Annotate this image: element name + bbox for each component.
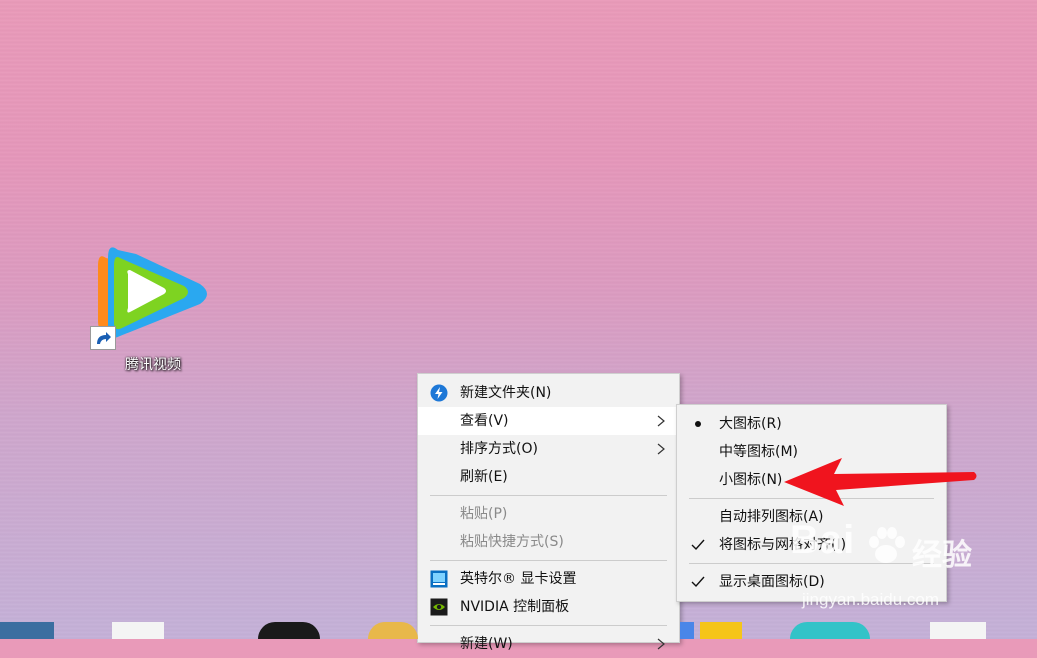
menu-separator <box>430 560 667 561</box>
partial-desktop-icon[interactable] <box>368 622 418 639</box>
radio-selected-icon <box>695 421 701 427</box>
menu-separator <box>430 625 667 626</box>
chevron-right-icon <box>657 443 665 455</box>
menu-item-label: 刷新(E) <box>460 469 508 485</box>
shortcut-label: 腾讯视频 <box>125 357 181 373</box>
menu-item-label: 排序方式(O) <box>460 441 538 457</box>
checkmark-icon <box>691 576 705 588</box>
new-folder-icon <box>430 384 448 402</box>
menu-item-nvidia-control-panel[interactable]: NVIDIA 控制面板 <box>418 593 679 621</box>
desktop-context-menu: 新建文件夹(N) 查看(V) 排序方式(O) 刷新(E) 粘贴(P) 粘贴快捷方… <box>417 373 680 652</box>
partial-desktop-icon[interactable] <box>700 622 742 639</box>
intel-graphics-icon <box>430 570 448 588</box>
menu-item-sort-by[interactable]: 排序方式(O) <box>418 435 679 463</box>
desktop-shortcut-tencent-video[interactable]: 腾讯视频 <box>88 236 218 376</box>
submenu-item-label: 小图标(N) <box>719 472 783 488</box>
chevron-right-icon <box>657 638 665 650</box>
menu-item-intel-graphics[interactable]: 英特尔® 显卡设置 <box>418 565 679 593</box>
menu-item-label: NVIDIA 控制面板 <box>460 599 570 615</box>
watermark-brand: Bai <box>790 518 856 562</box>
menu-item-new[interactable]: 新建(W) <box>418 630 679 658</box>
checkmark-icon <box>691 539 705 551</box>
menu-item-view[interactable]: 查看(V) <box>418 407 679 435</box>
partial-desktop-icon[interactable] <box>680 622 694 639</box>
menu-item-new-folder[interactable]: 新建文件夹(N) <box>418 379 679 407</box>
partial-desktop-icon[interactable] <box>0 622 54 639</box>
red-arrow-annotation <box>784 458 977 506</box>
partial-desktop-icon[interactable] <box>112 622 164 639</box>
menu-item-paste: 粘贴(P) <box>418 500 679 528</box>
menu-separator <box>430 495 667 496</box>
menu-item-label: 英特尔® 显卡设置 <box>460 571 577 587</box>
menu-item-label: 粘贴快捷方式(S) <box>460 534 564 550</box>
partial-desktop-icon[interactable] <box>258 622 320 639</box>
menu-item-label: 新建(W) <box>460 636 513 652</box>
shortcut-overlay-icon <box>90 326 116 350</box>
menu-item-label: 粘贴(P) <box>460 506 508 522</box>
menu-item-refresh[interactable]: 刷新(E) <box>418 463 679 491</box>
submenu-item-label: 大图标(R) <box>719 416 782 432</box>
submenu-item-large-icons[interactable]: 大图标(R) <box>677 410 946 438</box>
menu-item-paste-shortcut: 粘贴快捷方式(S) <box>418 528 679 556</box>
menu-item-label: 查看(V) <box>460 413 509 429</box>
menu-item-label: 新建文件夹(N) <box>460 385 552 401</box>
watermark-url: jingyan.baidu.com <box>802 590 940 609</box>
partial-desktop-icon[interactable] <box>790 622 870 639</box>
chevron-right-icon <box>657 415 665 427</box>
partial-desktop-icon[interactable] <box>930 622 986 639</box>
paw-icon <box>869 527 905 563</box>
baidu-jingyan-watermark: Bai 经验 jingyan.baidu.com <box>790 518 990 618</box>
nvidia-icon <box>430 598 448 616</box>
watermark-brand-suffix: 经验 <box>912 538 972 573</box>
